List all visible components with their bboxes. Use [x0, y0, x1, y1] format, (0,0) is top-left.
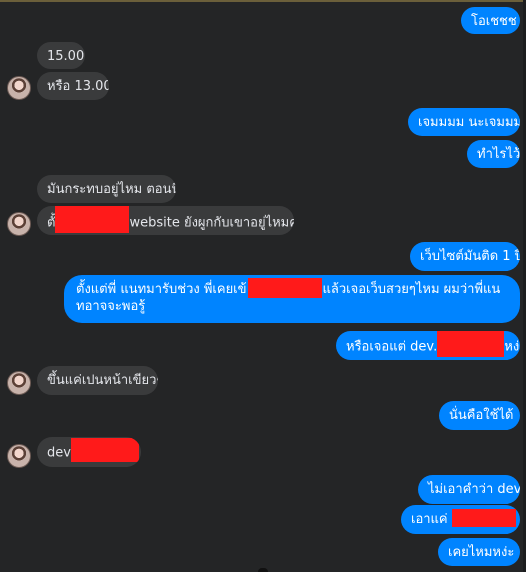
- message-incoming[interactable]: dev: [37, 437, 141, 467]
- message-text-before: ตั้งแต่พี่ แนทมารับช่วง พี่เคยเข้: [76, 282, 247, 297]
- message-incoming[interactable]: ขึ้นแค่เปนหน้าเขียวๆ: [37, 366, 158, 395]
- contact-avatar[interactable]: [7, 371, 31, 395]
- message-text: 15.00: [47, 49, 85, 64]
- contact-avatar[interactable]: [7, 444, 31, 468]
- redaction-block: [437, 331, 505, 357]
- message-outgoing[interactable]: โอเชชช: [461, 7, 520, 34]
- message-text: นั่นคือใช้ได้: [449, 408, 514, 423]
- message-text: ขึ้นแค่เปนหน้าเขียวๆ: [47, 373, 158, 388]
- redaction-block: [247, 278, 322, 298]
- message-text-after: website ยังผูกกับเขาอยู่ไหมคะ: [129, 215, 294, 231]
- message-outgoing[interactable]: เคยไหมหง่ะ: [438, 538, 520, 566]
- message-outgoing[interactable]: ทำไรไว้: [467, 140, 520, 168]
- redaction-block: [451, 509, 516, 527]
- contact-avatar[interactable]: [7, 76, 31, 100]
- message-text-before: เอาแค่: [411, 512, 448, 527]
- message-text-before: dev: [47, 445, 71, 461]
- message-incoming[interactable]: ตั้ website ยังผูกกับเขาอยู่ไหมคะ: [37, 206, 294, 235]
- message-outgoing[interactable]: หรือเจอแต่ dev. หง่ะ: [336, 331, 520, 360]
- message-incoming[interactable]: หรือ 13.00: [37, 72, 109, 100]
- message-text: หรือ 13.00: [47, 79, 109, 94]
- message-text: เจมมมม นะเจมมมม: [418, 115, 520, 130]
- message-text-after: หง่ะ: [504, 339, 520, 355]
- seen-indicator: [258, 568, 268, 572]
- message-text: เว็บไซต์มันติด 1 ปี: [420, 249, 520, 264]
- message-text: โอเชชช: [471, 14, 517, 29]
- redaction-block: [55, 206, 130, 233]
- message-text: มันกระทบอยู่ไหม ตอนนี้: [47, 182, 176, 197]
- message-outgoing[interactable]: เจมมมม นะเจมมมม: [408, 108, 520, 136]
- message-outgoing[interactable]: ตั้งแต่พี่ แนทมารับช่วง พี่เคยเข้ แล้วเจอ…: [64, 275, 520, 323]
- message-incoming[interactable]: มันกระทบอยู่ไหม ตอนนี้: [37, 175, 176, 203]
- message-text: ไม่เอาคำว่า dev.: [428, 482, 520, 497]
- message-text-before: หรือเจอแต่ dev.: [346, 339, 438, 355]
- contact-avatar[interactable]: [7, 212, 31, 236]
- redaction-block: [70, 438, 139, 462]
- message-outgoing[interactable]: ไม่เอาคำว่า dev.: [418, 475, 520, 504]
- message-incoming[interactable]: 15.00: [37, 42, 85, 69]
- window-top-border: [0, 0, 526, 2]
- message-text: ทำไรไว้: [477, 147, 520, 162]
- message-text-before: ตั้: [47, 215, 56, 231]
- message-outgoing[interactable]: เว็บไซต์มันติด 1 ปี: [410, 242, 520, 271]
- message-outgoing[interactable]: นั่นคือใช้ได้: [439, 401, 520, 430]
- message-outgoing[interactable]: เอาแค่: [401, 505, 520, 534]
- message-text: เคยไหมหง่ะ: [448, 545, 515, 560]
